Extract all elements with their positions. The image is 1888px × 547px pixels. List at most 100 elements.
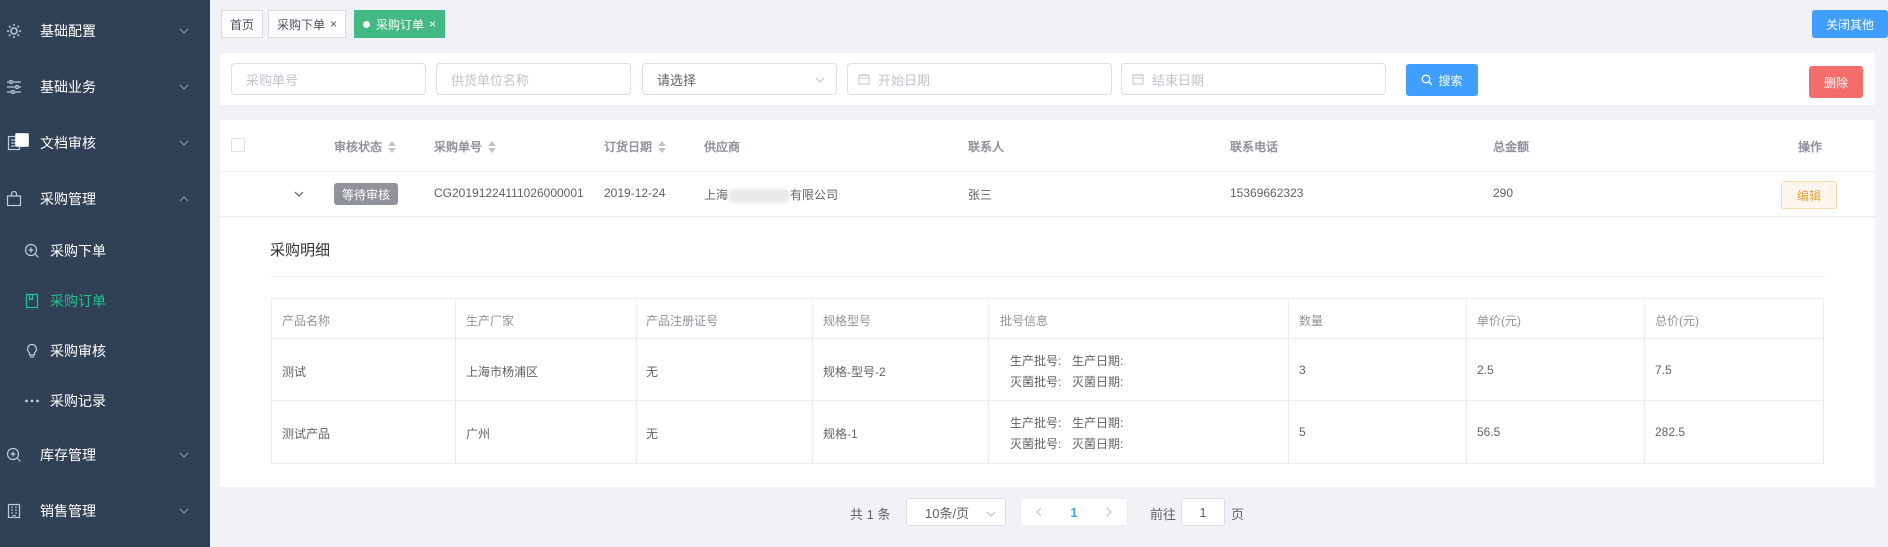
- batch-label: 灭菌日期:: [1072, 437, 1124, 451]
- delete-button[interactable]: 删除: [1809, 66, 1863, 98]
- sidebar: 基础配置 基础业务 文档审核 采购管理 采购下单 采购订单 采购审核 采购记录 …: [0, 0, 210, 547]
- tags-view-bar: 首页 采购下单 × 采购订单 ×: [210, 0, 1888, 45]
- placeholder: 开始日期: [878, 72, 931, 88]
- menu-purchase-management[interactable]: 采购管理: [0, 171, 210, 227]
- header-label: 订货日期: [604, 140, 653, 154]
- supplier-input[interactable]: 供货单位名称: [436, 63, 631, 95]
- circle-plus-icon: [24, 243, 40, 259]
- page-suffix: 页: [1231, 507, 1245, 522]
- submenu-label: 采购订单: [50, 293, 106, 309]
- prev-page-icon[interactable]: [1034, 505, 1044, 520]
- batch-label: 生产日期:: [1072, 416, 1124, 430]
- status-select[interactable]: 请选择: [642, 63, 837, 95]
- quantity: 3: [1299, 363, 1306, 377]
- order-no-input[interactable]: 采购单号: [231, 63, 426, 95]
- chevron-down-icon: [178, 81, 190, 93]
- batch-label: 生产日期:: [1072, 354, 1124, 368]
- menu-basic-config[interactable]: 基础配置: [0, 3, 210, 59]
- order-no: CG20191224111026000001: [434, 186, 584, 200]
- status-badge: 等待审核: [334, 183, 399, 205]
- page-size-value: 10条/页: [925, 505, 970, 521]
- col-actions: 操作: [1798, 140, 1823, 154]
- chevron-down-icon: [178, 137, 190, 149]
- gear-icon: [6, 23, 22, 39]
- chevron-down-icon: [178, 449, 190, 461]
- supplier-suffix: 有限公司: [790, 188, 839, 202]
- select-value: 请选择: [657, 72, 697, 88]
- sliders-icon: [6, 79, 22, 95]
- edit-button[interactable]: 编辑: [1781, 181, 1837, 209]
- goto-label: 前往: [1150, 507, 1177, 522]
- submenu-purchase-records[interactable]: 采购记录: [0, 376, 210, 426]
- detail-header: 批号信息: [1000, 314, 1049, 328]
- detail-header: 规格型号: [823, 314, 872, 328]
- chevron-down-icon: [814, 74, 826, 89]
- menu-label: 基础业务: [40, 79, 96, 95]
- batch-label: 灭菌日期:: [1072, 375, 1124, 389]
- page-number[interactable]: 1: [1070, 505, 1077, 520]
- menu-document-review[interactable]: 文档审核: [0, 115, 210, 171]
- submenu-label: 采购记录: [50, 393, 106, 409]
- orders-table: 审核状态 采购单号 订货日期 供应商 联系人 联系电话 总金额 操作 等待审核 …: [15, 120, 1875, 487]
- start-date-picker[interactable]: 开始日期: [847, 63, 1112, 95]
- next-page-icon[interactable]: [1104, 505, 1114, 520]
- tag-purchase-order-create[interactable]: 采购下单 ×: [268, 10, 347, 38]
- menu-basic-business[interactable]: 基础业务: [0, 59, 210, 115]
- tag-label: 采购下单: [277, 17, 326, 32]
- tag-purchase-orders[interactable]: 采购订单 ×: [354, 10, 446, 38]
- contact: 张三: [968, 188, 993, 202]
- detail-header: 产品名称: [282, 314, 331, 328]
- sort-icon[interactable]: [488, 140, 497, 153]
- bulb-icon: [24, 343, 40, 359]
- zoom-in-icon: [6, 447, 22, 463]
- select-all-checkbox[interactable]: [231, 138, 245, 152]
- submenu-purchase-orders[interactable]: 采购订单: [0, 276, 210, 326]
- submenu-purchase-order-create[interactable]: 采购下单: [0, 226, 210, 276]
- header-label: 采购单号: [434, 140, 483, 154]
- registration-no: 无: [646, 427, 659, 441]
- search-label: 搜索: [1438, 73, 1463, 88]
- menu-inventory-management[interactable]: 库存管理: [0, 427, 210, 483]
- page-size-select[interactable]: 10条/页: [906, 498, 1006, 526]
- col-order-no[interactable]: 采购单号: [434, 138, 497, 155]
- sort-icon[interactable]: [658, 140, 667, 153]
- close-others-button[interactable]: 关闭其他: [1812, 10, 1888, 38]
- chevron-up-icon: [178, 193, 190, 205]
- close-icon[interactable]: ×: [330, 17, 337, 31]
- detail-table: 产品名称 生产厂家 产品注册证号 规格型号 批号信息 数量 单价(元) 总价(元…: [271, 298, 1824, 464]
- detail-header: 数量: [1299, 314, 1324, 328]
- spec: 规格-1: [823, 427, 858, 441]
- row-checkbox[interactable]: [15, 133, 29, 147]
- line-total: 7.5: [1655, 363, 1672, 377]
- tag-label: 首页: [230, 17, 255, 32]
- spec: 规格-型号-2: [823, 365, 886, 379]
- filter-panel: 采购单号 供货单位名称 请选择 开始日期 结束日期: [220, 53, 1875, 105]
- pager: 1: [1020, 498, 1128, 526]
- col-total: 总金额: [1493, 140, 1530, 154]
- manufacturer: 上海市杨浦区: [466, 365, 539, 379]
- active-dot-icon: [363, 20, 370, 28]
- chevron-down-icon[interactable]: [293, 188, 305, 203]
- product-name: 测试: [282, 365, 307, 379]
- col-status[interactable]: 审核状态: [334, 138, 397, 155]
- batch-label: 生产批号:: [1010, 354, 1062, 368]
- table-header: 审核状态 采购单号 订货日期 供应商 联系人 联系电话 总金额 操作: [220, 120, 1875, 172]
- pagination: 共 1 条 10条/页 1 前往 1 页: [0, 490, 1888, 530]
- close-icon[interactable]: ×: [429, 17, 436, 31]
- search-button[interactable]: 搜索: [1406, 64, 1478, 96]
- placeholder: 采购单号: [246, 72, 299, 88]
- batch-label: 灭菌批号:: [1010, 437, 1062, 451]
- submenu-purchase-review[interactable]: 采购审核: [0, 326, 210, 376]
- col-order-date[interactable]: 订货日期: [604, 138, 667, 155]
- end-date-picker[interactable]: 结束日期: [1121, 63, 1386, 95]
- detail-title: 采购明细: [270, 242, 331, 259]
- col-supplier: 供应商: [704, 140, 741, 154]
- calendar-icon: [1132, 73, 1144, 85]
- sort-icon[interactable]: [388, 140, 397, 153]
- submenu-label: 采购下单: [50, 243, 106, 259]
- goto-page-input[interactable]: 1: [1181, 498, 1225, 526]
- registration-no: 无: [646, 365, 659, 379]
- chevron-down-icon: [178, 25, 190, 37]
- tag-home[interactable]: 首页: [221, 10, 264, 38]
- manufacturer: 广州: [466, 427, 491, 441]
